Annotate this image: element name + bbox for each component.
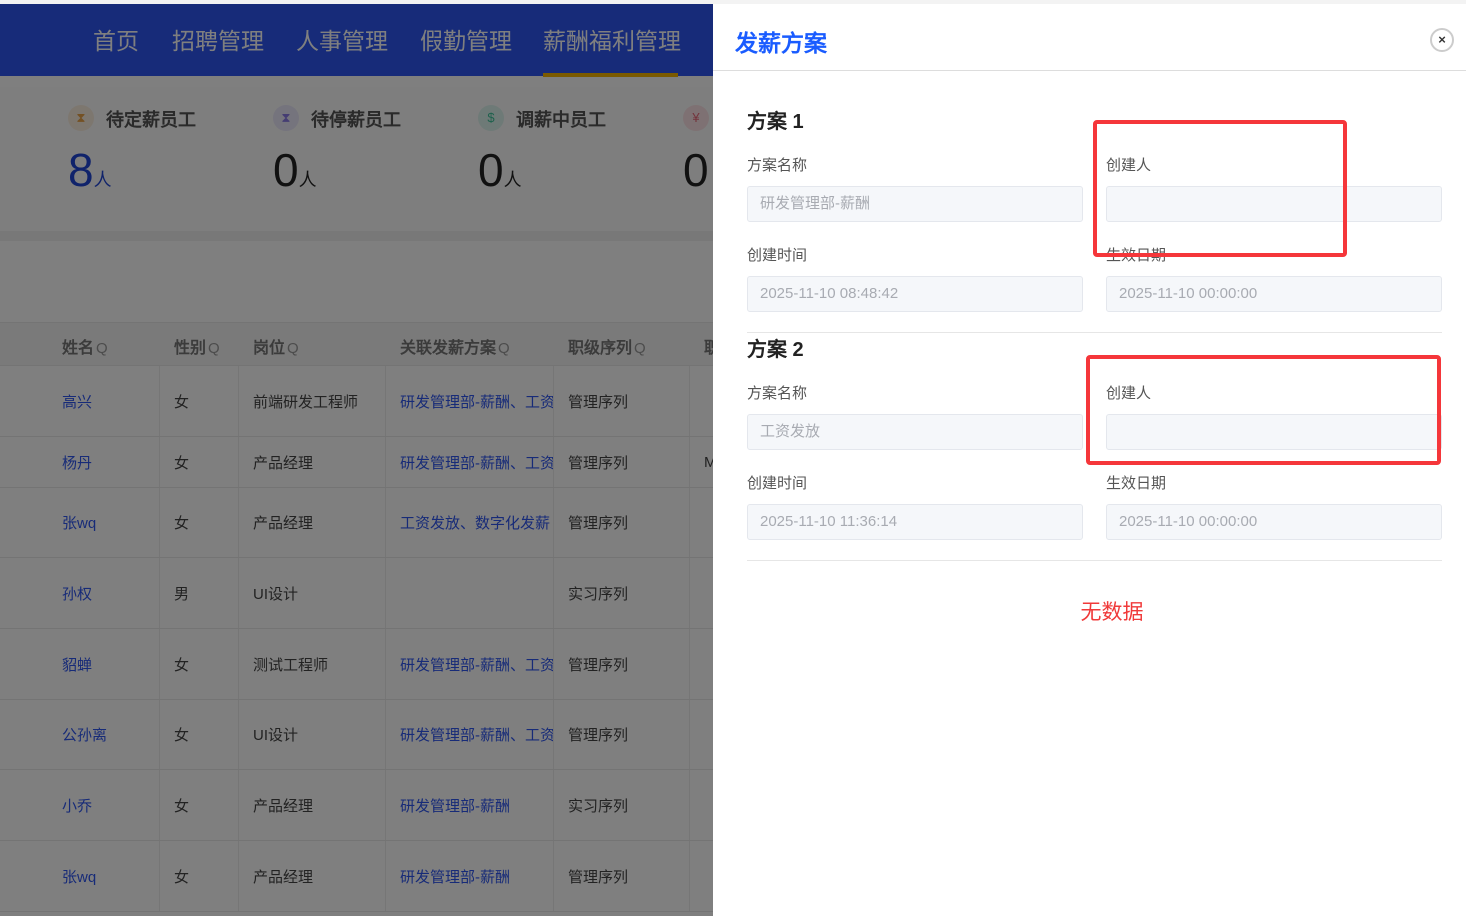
created-time-label: 创建时间 xyxy=(747,475,808,492)
modal-overlay[interactable] xyxy=(0,0,713,916)
divider xyxy=(747,332,1442,333)
effective-date-label: 生效日期 xyxy=(1106,475,1167,492)
header-divider xyxy=(713,70,1466,71)
plan-name-label: 方案名称 xyxy=(747,385,808,402)
plan-name-field[interactable]: 研发管理部-薪酬 xyxy=(747,186,1083,222)
created-time-field[interactable]: 2025-11-10 08:48:42 xyxy=(747,276,1083,312)
drawer-title: 发薪方案 xyxy=(735,30,827,56)
created-time-label: 创建时间 xyxy=(747,247,808,264)
plan-name-field[interactable]: 工资发放 xyxy=(747,414,1083,450)
created-time-field[interactable]: 2025-11-10 11:36:14 xyxy=(747,504,1083,540)
plan-title: 方案 2 xyxy=(747,339,804,361)
payroll-plan-drawer: 发薪方案 × 方案 1 方案名称 创建人 研发管理部-薪酬 创建时间 生效日期 2025-1… xyxy=(713,4,1466,916)
divider xyxy=(747,560,1442,561)
highlight-box xyxy=(1086,355,1441,465)
empty-text: 无数据 xyxy=(1080,601,1144,624)
effective-date-field[interactable]: 2025-11-10 00:00:00 xyxy=(1106,504,1442,540)
effective-date-field[interactable]: 2025-11-10 00:00:00 xyxy=(1106,276,1442,312)
plan-name-label: 方案名称 xyxy=(747,157,808,174)
highlight-box xyxy=(1093,120,1347,257)
plan-title: 方案 1 xyxy=(747,111,804,133)
close-icon[interactable]: × xyxy=(1430,28,1454,52)
